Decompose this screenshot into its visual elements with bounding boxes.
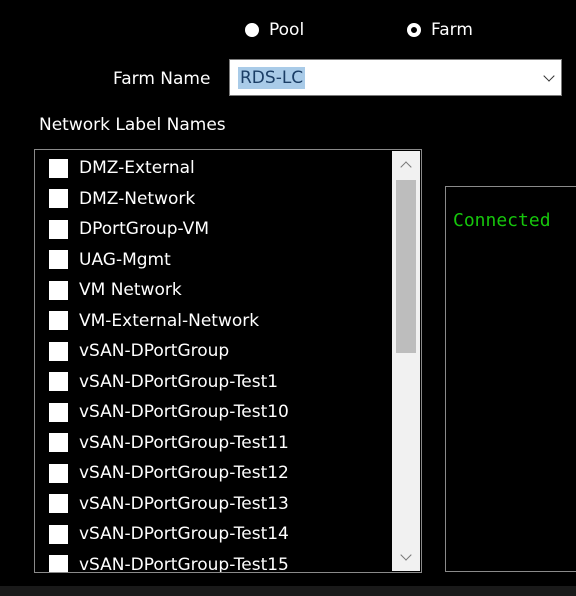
checkbox[interactable]: [49, 494, 68, 514]
network-label-names-title: Network Label Names: [39, 115, 226, 135]
network-label-item[interactable]: DMZ-External: [35, 153, 391, 184]
chevron-down-icon[interactable]: [543, 70, 555, 82]
network-label-item[interactable]: vSAN-DPortGroup-Test13: [35, 489, 391, 520]
network-label-item[interactable]: DMZ-Network: [35, 184, 391, 215]
checkbox[interactable]: [49, 189, 68, 209]
checkbox[interactable]: [49, 433, 68, 453]
checkbox[interactable]: [49, 463, 68, 483]
network-label-listbox[interactable]: DMZ-External DMZ-Network DPortGroup-VM UAG-…: [34, 149, 422, 573]
connection-status-text: Connected: [453, 210, 551, 231]
farm-name-value[interactable]: RDS-LC: [238, 67, 306, 89]
farm-radio-label: Farm: [431, 20, 473, 40]
network-label-text: DMZ-External: [79, 158, 195, 179]
checkbox[interactable]: [49, 311, 68, 331]
network-label-text: vSAN-DPortGroup-Test11: [79, 432, 289, 453]
network-label-text: UAG-Mgmt: [79, 249, 171, 270]
pool-radio-label: Pool: [269, 20, 305, 40]
network-label-text: vSAN-DPortGroup: [79, 341, 230, 362]
network-label-item[interactable]: vSAN-DPortGroup-Test11: [35, 428, 391, 459]
farm-name-label: Farm Name: [113, 69, 211, 89]
network-label-text: vSAN-DPortGroup-Test15: [79, 554, 289, 573]
scroll-up-arrow-icon[interactable]: [392, 151, 420, 179]
network-label-item[interactable]: vSAN-DPortGroup-Test10: [35, 397, 391, 428]
network-label-text: vSAN-DPortGroup-Test1: [79, 371, 279, 392]
network-label-item[interactable]: vSAN-DPortGroup: [35, 336, 391, 367]
network-label-item[interactable]: vSAN-DPortGroup-Test12: [35, 458, 391, 489]
network-label-text: vSAN-DPortGroup-Test14: [79, 524, 289, 545]
checkbox[interactable]: [49, 250, 68, 270]
checkbox[interactable]: [49, 402, 68, 422]
farm-radio-button[interactable]: [407, 23, 421, 37]
vertical-scrollbar[interactable]: [392, 151, 420, 571]
farm-radio[interactable]: Farm: [407, 18, 473, 42]
console-output: Connected: [445, 186, 576, 572]
checkbox[interactable]: [49, 158, 68, 178]
window-bottom-edge: [0, 586, 576, 596]
farm-name-combobox[interactable]: RDS-LC: [229, 59, 562, 96]
pool-radio-button[interactable]: [245, 23, 259, 37]
network-label-text: VM Network: [79, 280, 182, 301]
network-label-item[interactable]: DPortGroup-VM: [35, 214, 391, 245]
checkbox[interactable]: [49, 372, 68, 392]
network-label-text: vSAN-DPortGroup-Test12: [79, 463, 289, 484]
checkbox[interactable]: [49, 341, 68, 361]
network-label-item[interactable]: vSAN-DPortGroup-Test1: [35, 367, 391, 398]
network-label-item[interactable]: VM-External-Network: [35, 306, 391, 337]
network-label-text: vSAN-DPortGroup-Test13: [79, 493, 289, 514]
network-label-items: DMZ-External DMZ-Network DPortGroup-VM UAG-…: [35, 153, 391, 573]
network-label-item[interactable]: UAG-Mgmt: [35, 245, 391, 276]
network-label-item[interactable]: VM Network: [35, 275, 391, 306]
scroll-down-arrow-icon[interactable]: [392, 543, 420, 571]
network-label-text: vSAN-DPortGroup-Test10: [79, 402, 289, 423]
checkbox[interactable]: [49, 219, 68, 239]
checkbox[interactable]: [49, 524, 68, 544]
network-label-item[interactable]: vSAN-DPortGroup-Test14: [35, 519, 391, 550]
network-label-text: DPortGroup-VM: [79, 219, 209, 240]
network-label-item[interactable]: vSAN-DPortGroup-Test15: [35, 550, 391, 573]
scroll-thumb[interactable]: [396, 180, 416, 353]
checkbox[interactable]: [49, 555, 68, 572]
pool-radio[interactable]: Pool: [245, 18, 304, 42]
network-label-text: VM-External-Network: [79, 310, 260, 331]
checkbox[interactable]: [49, 280, 68, 300]
network-label-text: DMZ-Network: [79, 188, 196, 209]
